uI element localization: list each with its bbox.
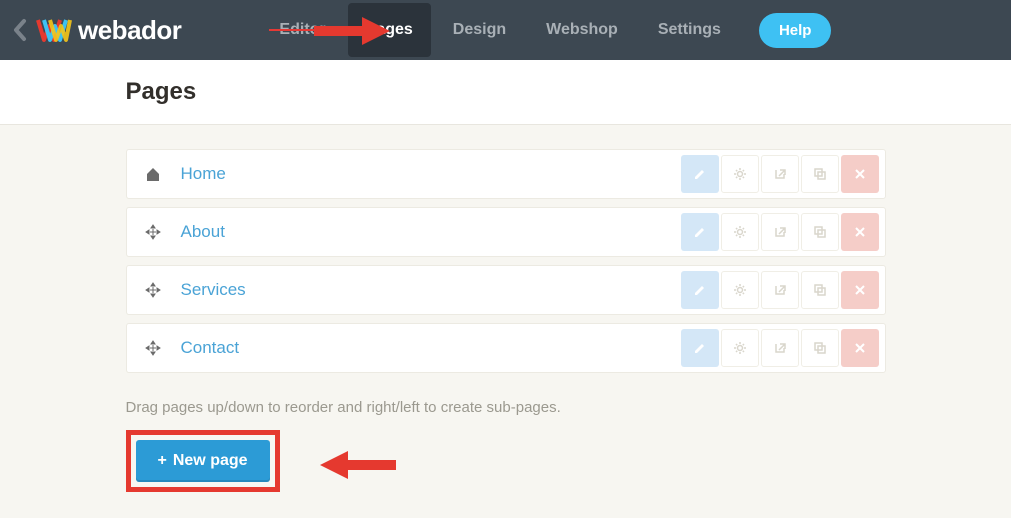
open-button[interactable] <box>761 213 799 251</box>
move-icon[interactable] <box>145 340 167 356</box>
edit-button[interactable] <box>681 155 719 193</box>
top-navbar: webador Editor Pages Design Webshop Sett… <box>0 0 1011 60</box>
new-page-wrap: + New page <box>126 430 280 492</box>
annotation-arrow-bottom <box>318 448 408 482</box>
page-row-services[interactable]: Services <box>126 265 886 315</box>
nav-editor[interactable]: Editor <box>261 3 343 57</box>
annotation-highlight-box: + New page <box>126 430 280 492</box>
row-actions <box>681 329 879 367</box>
nav-settings-label: Settings <box>658 21 721 38</box>
new-page-label: New page <box>173 452 248 470</box>
copy-button[interactable] <box>801 329 839 367</box>
row-actions <box>681 271 879 309</box>
copy-button[interactable] <box>801 271 839 309</box>
copy-button[interactable] <box>801 155 839 193</box>
move-icon[interactable] <box>145 282 167 298</box>
main-nav: Editor Pages Design Webshop Settings Hel… <box>261 3 831 57</box>
page-row-contact[interactable]: Contact <box>126 323 886 373</box>
help-button-label: Help <box>779 22 812 39</box>
edit-button[interactable] <box>681 329 719 367</box>
nav-webshop[interactable]: Webshop <box>528 3 636 57</box>
edit-button[interactable] <box>681 271 719 309</box>
move-icon[interactable] <box>145 224 167 240</box>
open-button[interactable] <box>761 155 799 193</box>
settings-button[interactable] <box>721 271 759 309</box>
strikethrough-annotation <box>269 29 335 31</box>
page-row-label: Services <box>181 280 681 300</box>
page-row-label: Contact <box>181 338 681 358</box>
copy-button[interactable] <box>801 213 839 251</box>
brand-logo[interactable]: webador <box>36 12 181 48</box>
page-row-label: About <box>181 222 681 242</box>
nav-webshop-label: Webshop <box>546 21 618 38</box>
brand-name: webador <box>78 15 181 46</box>
reorder-hint: Drag pages up/down to reorder and right/… <box>126 399 886 416</box>
settings-button[interactable] <box>721 155 759 193</box>
nav-pages[interactable]: Pages <box>348 3 431 57</box>
home-icon <box>145 166 167 182</box>
plus-icon: + <box>158 452 167 470</box>
delete-button[interactable] <box>841 329 879 367</box>
delete-button[interactable] <box>841 213 879 251</box>
page-row-home[interactable]: Home <box>126 149 886 199</box>
row-actions <box>681 213 879 251</box>
nav-pages-label: Pages <box>366 21 413 38</box>
settings-button[interactable] <box>721 329 759 367</box>
nav-settings[interactable]: Settings <box>640 3 739 57</box>
open-button[interactable] <box>761 329 799 367</box>
help-button[interactable]: Help <box>759 13 832 48</box>
open-button[interactable] <box>761 271 799 309</box>
nav-design[interactable]: Design <box>435 3 524 57</box>
edit-button[interactable] <box>681 213 719 251</box>
page-title: Pages <box>126 78 886 106</box>
logo-icon <box>36 12 72 48</box>
page-row-label: Home <box>181 164 681 184</box>
row-actions <box>681 155 879 193</box>
page-header: Pages <box>0 60 1011 125</box>
page-row-about[interactable]: About <box>126 207 886 257</box>
settings-button[interactable] <box>721 213 759 251</box>
nav-design-label: Design <box>453 21 506 38</box>
back-icon[interactable] <box>12 18 28 42</box>
new-page-button[interactable]: + New page <box>136 440 270 482</box>
delete-button[interactable] <box>841 271 879 309</box>
delete-button[interactable] <box>841 155 879 193</box>
content-area: Home About <box>0 125 1011 492</box>
